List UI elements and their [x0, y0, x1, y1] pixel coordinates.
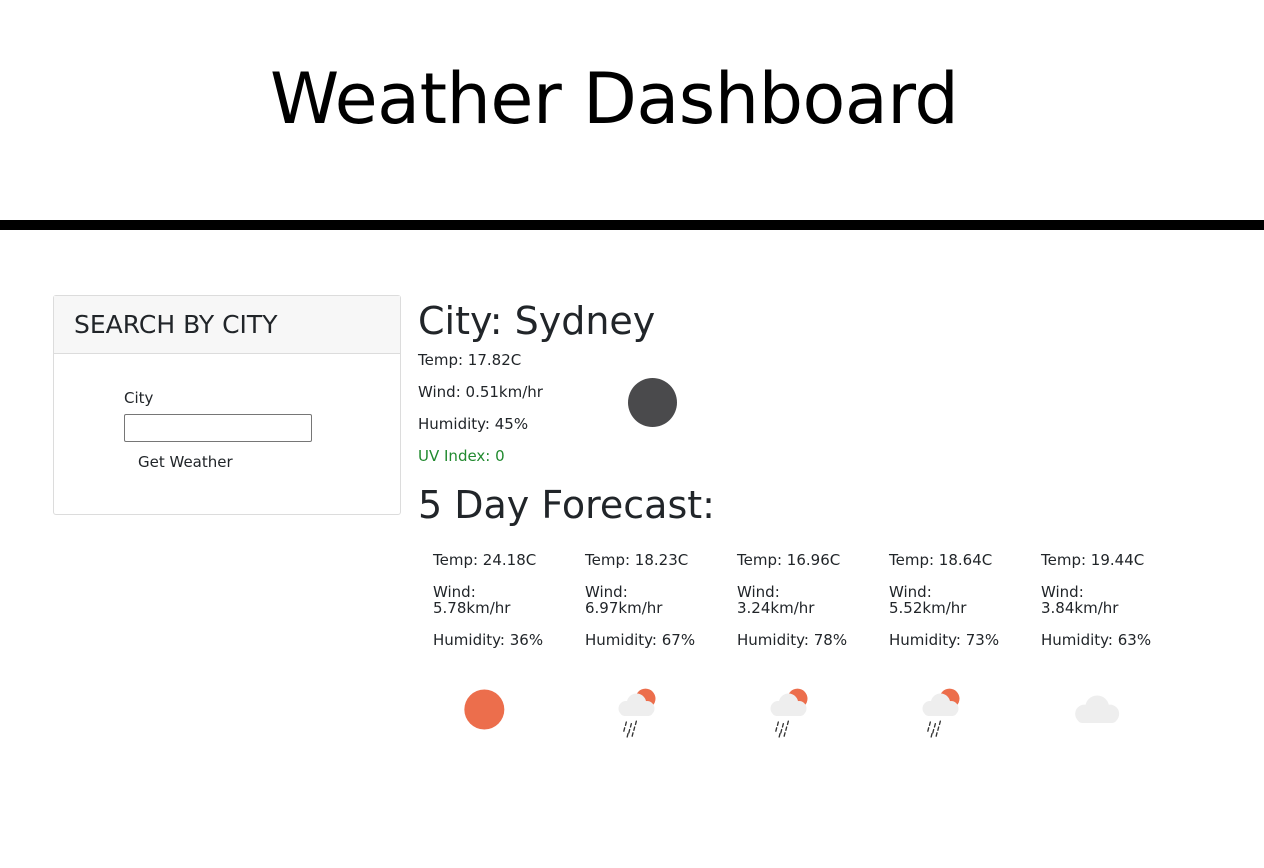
forecast-wind-label: Wind: — [889, 583, 932, 601]
cloud-icon — [1075, 695, 1120, 723]
forecast-day-card: Temp: 18.23C Wind: 6.97km/hr Humidity: 67% — [585, 550, 725, 750]
forecast-wind-label: Wind: — [1041, 583, 1084, 601]
raindrop — [786, 720, 789, 726]
raindrop — [628, 728, 631, 734]
dark-circle-icon — [628, 378, 677, 427]
raindrop — [785, 726, 788, 731]
current-city-heading: City: Sydney — [418, 299, 656, 343]
forecast-temp: Temp: 18.64C — [889, 551, 993, 569]
raindrop — [626, 733, 629, 738]
raindrop — [775, 727, 778, 732]
forecast-humidity: Humidity: 36% — [433, 631, 544, 649]
raindrop — [937, 726, 940, 731]
raindrop — [927, 727, 930, 732]
forecast-humidity: Humidity: 63% — [1041, 631, 1152, 649]
city-label: City — [124, 389, 154, 407]
forecast-day-card: Temp: 24.18C Wind: 5.78km/hr Humidity: 36% — [433, 550, 573, 750]
current-humidity: Humidity: 45% — [418, 415, 529, 433]
forecast-wind-value: 5.78km/hr — [433, 599, 511, 617]
forecast-temp: Temp: 18.23C — [585, 551, 689, 569]
forecast-wind-value: 5.52km/hr — [889, 599, 967, 617]
forecast-day-card: Temp: 18.64C Wind: 5.52km/hr Humidity: 73% — [889, 550, 1029, 750]
raindrop — [631, 732, 634, 737]
forecast-wind: Wind: 5.78km/hr — [433, 584, 510, 616]
current-temp: Temp: 17.82C — [418, 351, 522, 369]
raindrop — [624, 721, 627, 726]
forecast-temp: Temp: 16.96C — [737, 551, 841, 569]
page-title: Weather Dashboard — [270, 58, 959, 140]
forecast-humidity: Humidity: 78% — [737, 631, 848, 649]
forecast-temp: Temp: 24.18C — [433, 551, 537, 569]
get-weather-button[interactable]: Get Weather — [130, 451, 241, 473]
rain-sun-icon — [922, 688, 960, 738]
forecast-wind-value: 3.24km/hr — [737, 599, 815, 617]
raindrop — [634, 720, 637, 726]
search-panel: SEARCH BY CITY City Get Weather — [53, 295, 401, 515]
raindrop — [938, 720, 941, 726]
raindrop — [623, 727, 626, 732]
raindrop — [930, 733, 933, 738]
raindrop — [778, 733, 781, 738]
forecast-wind: Wind: 6.97km/hr — [585, 584, 662, 616]
raindrop — [928, 721, 931, 726]
raindrop — [933, 723, 936, 728]
forecast-wind-label: Wind: — [433, 583, 476, 601]
forecast-day-card: Temp: 19.44C Wind: 3.84km/hr Humidity: 63% — [1041, 550, 1181, 750]
raindrop — [780, 728, 783, 734]
forecast-wind: Wind: 3.84km/hr — [1041, 584, 1118, 616]
raindrop — [629, 723, 632, 728]
raindrop — [935, 732, 938, 737]
forecast-temp: Temp: 19.44C — [1041, 551, 1145, 569]
raindrop — [781, 723, 784, 728]
raindrop — [633, 726, 636, 731]
forecast-wind: Wind: 5.52km/hr — [889, 584, 966, 616]
raindrop — [783, 732, 786, 737]
cloud-shape — [1075, 695, 1120, 723]
forecast-day-card: Temp: 16.96C Wind: 3.24km/hr Humidity: 78% — [737, 550, 877, 750]
rain-sun-icon — [770, 688, 808, 738]
forecast-wind-label: Wind: — [585, 583, 628, 601]
sun-shape — [464, 689, 505, 730]
search-panel-heading: SEARCH BY CITY — [54, 296, 400, 354]
current-uv-index: UV Index: 0 — [418, 447, 505, 465]
forecast-wind-value: 6.97km/hr — [585, 599, 663, 617]
forecast-humidity: Humidity: 67% — [585, 631, 696, 649]
sun-icon — [464, 689, 505, 730]
forecast-humidity: Humidity: 73% — [889, 631, 1000, 649]
forecast-wind-value: 3.84km/hr — [1041, 599, 1119, 617]
rain-sun-icon — [618, 688, 656, 738]
current-wind: Wind: 0.51km/hr — [418, 383, 543, 401]
forecast-heading: 5 Day Forecast: — [418, 483, 715, 527]
forecast-wind: Wind: 3.24km/hr — [737, 584, 814, 616]
raindrop — [932, 728, 935, 734]
header-divider — [0, 220, 1264, 230]
raindrop — [776, 721, 779, 726]
forecast-wind-label: Wind: — [737, 583, 780, 601]
city-input[interactable] — [124, 414, 312, 442]
